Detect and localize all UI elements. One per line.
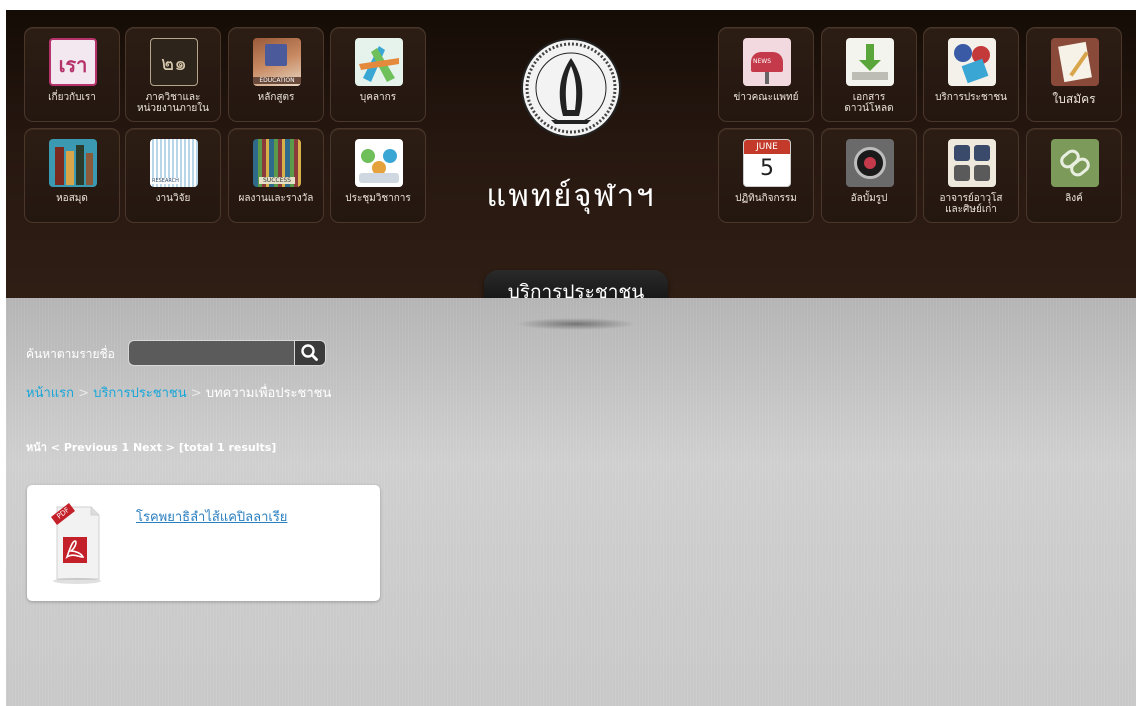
- menu-tile-links[interactable]: ลิงค์: [1026, 128, 1122, 223]
- library-book-4: [86, 153, 93, 185]
- menu-tile-conference[interactable]: ประชุมวิชาการ: [330, 128, 426, 223]
- menu-label-news: ข่าวคณะแพทย์: [733, 92, 799, 103]
- news-mailbox-icon: NEWS: [743, 38, 791, 86]
- menu-tile-about-us[interactable]: เรา เกี่ยวกับเรา: [24, 27, 120, 122]
- departments-icon-text: ๒๑: [161, 51, 187, 75]
- alumni-person-2: [974, 145, 990, 161]
- menu-label-conference: ประชุมวิชาการ: [345, 193, 411, 204]
- menu-tile-application[interactable]: ใบสมัคร: [1026, 27, 1122, 122]
- service-person-1: [954, 44, 972, 62]
- library-book-2: [66, 151, 74, 185]
- menu-label-public-service: บริการประชาชน: [935, 92, 1007, 103]
- alumni-person-1: [954, 145, 970, 161]
- menu-label-departments: ภาควิชาและ หน่วยงานภายใน: [136, 92, 210, 114]
- menu-tile-library[interactable]: หอสมุด: [24, 128, 120, 223]
- application-form-icon: [1051, 38, 1099, 86]
- personnel-icon: [355, 38, 403, 86]
- pagination: หน้า < Previous 1 Next > [total 1 result…: [26, 441, 277, 454]
- breadcrumb-separator: >: [190, 386, 202, 401]
- menu-tile-curriculum[interactable]: EDUCATION หลักสูตร: [228, 27, 324, 122]
- departments-icon: ๒๑: [150, 38, 198, 86]
- menu-label-curriculum: หลักสูตร: [257, 92, 295, 103]
- menu-tile-download[interactable]: เอกสาร ดาวน์โหลด: [821, 27, 917, 122]
- alumni-icon: [948, 139, 996, 187]
- research-icon-text: RESEARCH: [152, 178, 179, 184]
- menu-label-application: ใบสมัคร: [1052, 92, 1096, 106]
- menu-tile-awards[interactable]: SUCCESS ผลงานและรางวัล: [228, 128, 324, 223]
- lens-center: [864, 157, 876, 169]
- menu-label-about-us: เกี่ยวกับเรา: [48, 92, 96, 103]
- pill-shadow: [516, 318, 636, 330]
- menu-tile-album[interactable]: อัลบั้มรูป: [821, 128, 917, 223]
- breadcrumb-parent-link[interactable]: บริการประชาชน: [93, 386, 186, 401]
- mailbox-post: [765, 72, 769, 84]
- result-title-link[interactable]: โรคพยาธิลำไส้แคปิลลาเรีย: [136, 506, 287, 527]
- alumni-person-4: [974, 165, 990, 181]
- menu-tile-alumni[interactable]: อาจารย์อาวุโส และศิษย์เก่า: [923, 128, 1019, 223]
- calendar-month: JUNE: [744, 140, 790, 154]
- about-us-icon: เรา: [49, 38, 97, 86]
- curriculum-book-shape: [265, 44, 287, 66]
- library-icon: [49, 139, 97, 187]
- link-icon: [1051, 139, 1099, 187]
- curriculum-icon: EDUCATION: [253, 38, 301, 86]
- library-book-1: [55, 147, 64, 185]
- menu-label-personnel: บุคลากร: [359, 92, 397, 103]
- conference-person-1: [361, 149, 375, 163]
- breadcrumb-separator: >: [78, 386, 90, 401]
- conference-person-2: [383, 149, 397, 163]
- menu-label-research: งานวิจัย: [155, 193, 191, 204]
- menu-tile-news[interactable]: NEWS ข่าวคณะแพทย์: [718, 27, 814, 122]
- form-paper: [1058, 41, 1092, 83]
- menu-tile-research[interactable]: RESEARCH งานวิจัย: [125, 128, 221, 223]
- menu-tile-personnel[interactable]: บุคลากร: [330, 27, 426, 122]
- conference-icon: [355, 139, 403, 187]
- site-title: แพทย์จุฬาฯ: [486, 178, 656, 214]
- about-us-icon-text: เรา: [58, 53, 88, 77]
- menu-tile-calendar[interactable]: JUNE 5 ปฏิทินกิจกรรม: [718, 128, 814, 223]
- page-frame: เรา เกี่ยวกับเรา ๒๑ ภาควิชาและ หน่วยงานภ…: [6, 10, 1136, 706]
- search-label: ค้นหาตามรายชื่อ: [26, 347, 115, 361]
- pdf-file-icon[interactable]: PDF: [43, 499, 101, 585]
- faculty-seal-logo: [521, 38, 621, 138]
- research-icon: RESEARCH: [150, 139, 198, 187]
- menu-tile-public-service[interactable]: บริการประชาชน: [923, 27, 1019, 122]
- search-button[interactable]: [294, 340, 326, 366]
- download-icon: [846, 38, 894, 86]
- menu-label-calendar: ปฏิทินกิจกรรม: [735, 193, 797, 204]
- awards-icon: SUCCESS: [253, 139, 301, 187]
- breadcrumb: หน้าแรก > บริการประชาชน > บทความเพื่อประ…: [26, 382, 331, 403]
- curriculum-icon-text: EDUCATION: [253, 77, 301, 84]
- menu-label-alumni: อาจารย์อาวุโส และศิษย์เก่า: [939, 193, 1003, 215]
- conference-table: [359, 173, 399, 183]
- calendar-day: 5: [760, 156, 774, 181]
- breadcrumb-home-link[interactable]: หน้าแรก: [26, 386, 74, 401]
- breadcrumb-current: บทความเพื่อประชาชน: [205, 386, 332, 401]
- calendar-icon: JUNE 5: [743, 139, 791, 187]
- menu-tile-departments[interactable]: ๒๑ ภาควิชาและ หน่วยงานภายใน: [125, 27, 221, 122]
- awards-icon-text: SUCCESS: [259, 177, 295, 184]
- search-icon: [301, 344, 318, 361]
- header: เรา เกี่ยวกับเรา ๒๑ ภาควิชาและ หน่วยงานภ…: [6, 10, 1136, 316]
- menu-label-links: ลิงค์: [1065, 193, 1083, 204]
- camera-lens-icon: [846, 139, 894, 187]
- menu-label-album: อัลบั้มรูป: [850, 193, 888, 204]
- menu-label-library: หอสมุด: [56, 193, 88, 204]
- search-input[interactable]: [128, 340, 294, 366]
- public-service-icon: [948, 38, 996, 86]
- library-book-3: [76, 145, 84, 185]
- alumni-person-3: [954, 165, 970, 181]
- news-icon-text: NEWS: [753, 58, 772, 65]
- menu-label-download: เอกสาร ดาวน์โหลด: [844, 92, 894, 114]
- result-card: PDF โรคพยาธิลำไส้แคปิลลาเรีย: [27, 485, 380, 601]
- menu-label-awards: ผลงานและรางวัล: [238, 193, 314, 204]
